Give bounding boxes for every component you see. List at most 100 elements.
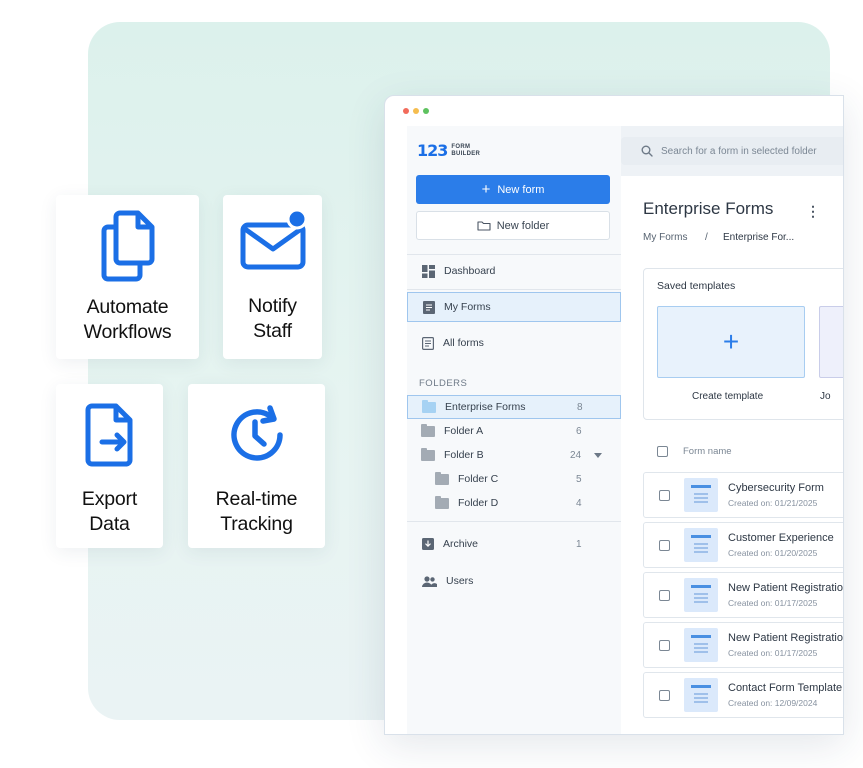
- feature-label-line2: Staff: [253, 320, 292, 342]
- form-thumbnail-icon: [684, 478, 718, 512]
- folder-name: Folder D: [458, 497, 499, 509]
- plus-icon: +: [722, 326, 740, 357]
- app-logo[interactable]: 123 FORM BUILDER: [417, 141, 480, 160]
- template-card-label: Jo: [820, 391, 831, 402]
- breadcrumb-root[interactable]: My Forms: [643, 232, 687, 243]
- feature-label-line1: Automate: [86, 296, 169, 318]
- form-info: New Patient Registration Created on: 01/…: [728, 632, 844, 658]
- template-card[interactable]: [819, 306, 843, 378]
- feature-label-line1: Export: [81, 488, 138, 510]
- page-title: Enterprise Forms: [643, 199, 774, 218]
- form-created-date: Created on: 01/17/2025: [728, 648, 818, 658]
- folder-count: 8: [577, 401, 583, 413]
- folder-count: 6: [576, 425, 582, 437]
- sidebar-item-dashboard[interactable]: Dashboard: [407, 256, 621, 286]
- form-info: New Patient Registration Created on: 01/…: [728, 582, 844, 608]
- table-row[interactable]: Customer Experience Created on: 01/20/20…: [643, 522, 843, 568]
- minimize-window-dot[interactable]: [413, 108, 419, 114]
- window-controls: [403, 108, 429, 114]
- feature-automate-workflows: Automate Workflows: [56, 195, 199, 359]
- folder-name: Folder B: [444, 449, 484, 461]
- archive-icon: [422, 538, 434, 550]
- folder-name: Folder C: [458, 473, 499, 485]
- plus-icon: +: [481, 181, 491, 198]
- table-row[interactable]: New Patient Registration Created on: 01/…: [643, 622, 844, 668]
- form-name: New Patient Registration: [728, 632, 844, 644]
- folder-name: Enterprise Forms: [445, 401, 526, 413]
- new-folder-button[interactable]: New folder: [416, 211, 610, 240]
- new-folder-label: New folder: [496, 219, 550, 232]
- folder-item-folder-a[interactable]: Folder A 6: [407, 419, 621, 443]
- folder-item-folder-d[interactable]: Folder D 4: [407, 491, 621, 515]
- sidebar-item-users[interactable]: Users: [407, 566, 621, 596]
- row-checkbox[interactable]: [659, 639, 670, 651]
- all-forms-icon: [422, 336, 434, 350]
- form-created-date: Created on: 01/20/2025: [728, 548, 818, 558]
- caret-down-icon[interactable]: [594, 453, 602, 458]
- logo-number: 123: [417, 141, 448, 160]
- create-template-button[interactable]: +: [657, 306, 805, 378]
- sidebar-item-archive[interactable]: Archive 1: [407, 529, 621, 559]
- form-info: Contact Form Template Created on: 12/09/…: [728, 682, 842, 708]
- sidebar-item-label: Users: [446, 575, 474, 587]
- sidebar-divider: [407, 254, 621, 255]
- feature-label-line2: Workflows: [83, 321, 172, 343]
- row-checkbox[interactable]: [659, 539, 670, 551]
- create-template-label: Create template: [692, 391, 764, 402]
- form-created-date: Created on: 01/17/2025: [728, 598, 818, 608]
- form-name: New Patient Registration: [728, 582, 844, 594]
- form-info: Cybersecurity Form Created on: 01/21/202…: [728, 482, 824, 508]
- table-row[interactable]: Cybersecurity Form Created on: 01/21/202…: [643, 472, 843, 518]
- sidebar-divider: [407, 521, 621, 522]
- folder-item-folder-c[interactable]: Folder C 5: [407, 467, 621, 491]
- folder-item-enterprise-forms[interactable]: Enterprise Forms 8: [407, 395, 621, 419]
- feature-label-line2: Tracking: [220, 513, 293, 535]
- feature-real-time-tracking: Real-time Tracking: [188, 384, 325, 548]
- clock-refresh-icon: [230, 405, 283, 461]
- feature-export-data: Export Data: [56, 384, 163, 548]
- search-icon: [641, 145, 653, 157]
- app-window: 123 FORM BUILDER Search for a form in se…: [384, 95, 844, 735]
- more-options-icon[interactable]: ⋮: [806, 203, 820, 220]
- row-checkbox[interactable]: [659, 689, 670, 701]
- sidebar-item-my-forms[interactable]: My Forms: [407, 292, 621, 322]
- folder-item-folder-b[interactable]: Folder B 24: [407, 443, 621, 467]
- mail-notification-icon: [240, 209, 307, 270]
- sidebar-item-all-forms[interactable]: All forms: [407, 328, 621, 358]
- row-checkbox[interactable]: [659, 589, 670, 601]
- folder-count: 24: [570, 449, 582, 461]
- folder-icon: [435, 471, 449, 485]
- form-created-date: Created on: 01/21/2025: [728, 498, 818, 508]
- saved-templates-title: Saved templates: [657, 280, 736, 292]
- table-row[interactable]: Contact Form Template Created on: 12/09/…: [643, 672, 843, 718]
- search-placeholder: Search for a form in selected folder: [661, 145, 817, 157]
- folder-icon: [421, 447, 435, 461]
- close-window-dot[interactable]: [403, 108, 409, 114]
- form-name: Customer Experience: [728, 532, 834, 544]
- maximize-window-dot[interactable]: [423, 108, 429, 114]
- select-all-checkbox[interactable]: [657, 445, 668, 457]
- feature-label-line1: Real-time: [215, 488, 298, 510]
- file-export-icon: [85, 403, 132, 467]
- form-thumbnail-icon: [684, 528, 718, 562]
- new-form-button[interactable]: + New form: [416, 175, 610, 204]
- feature-label-line2: Data: [89, 513, 130, 535]
- folder-icon: [422, 399, 436, 413]
- folder-icon: [435, 495, 449, 509]
- form-name-column-header[interactable]: Form name: [683, 446, 732, 457]
- form-name: Contact Form Template: [728, 682, 843, 694]
- search-input[interactable]: Search for a form in selected folder: [621, 137, 843, 165]
- folder-count: 4: [576, 497, 582, 509]
- sidebar-divider: [407, 289, 621, 290]
- archive-count: 1: [576, 538, 582, 550]
- folders-heading: FOLDERS: [419, 378, 468, 389]
- row-checkbox[interactable]: [659, 489, 670, 501]
- form-thumbnail-icon: [684, 578, 718, 612]
- folder-count: 5: [576, 473, 582, 485]
- form-thumbnail-icon: [684, 628, 718, 662]
- table-row[interactable]: New Patient Registration Created on: 01/…: [643, 572, 844, 618]
- form-name: Cybersecurity Form: [728, 482, 824, 494]
- folder-icon: [421, 423, 435, 437]
- copy-documents-icon: [101, 210, 154, 282]
- sidebar-item-label: Archive: [443, 538, 479, 550]
